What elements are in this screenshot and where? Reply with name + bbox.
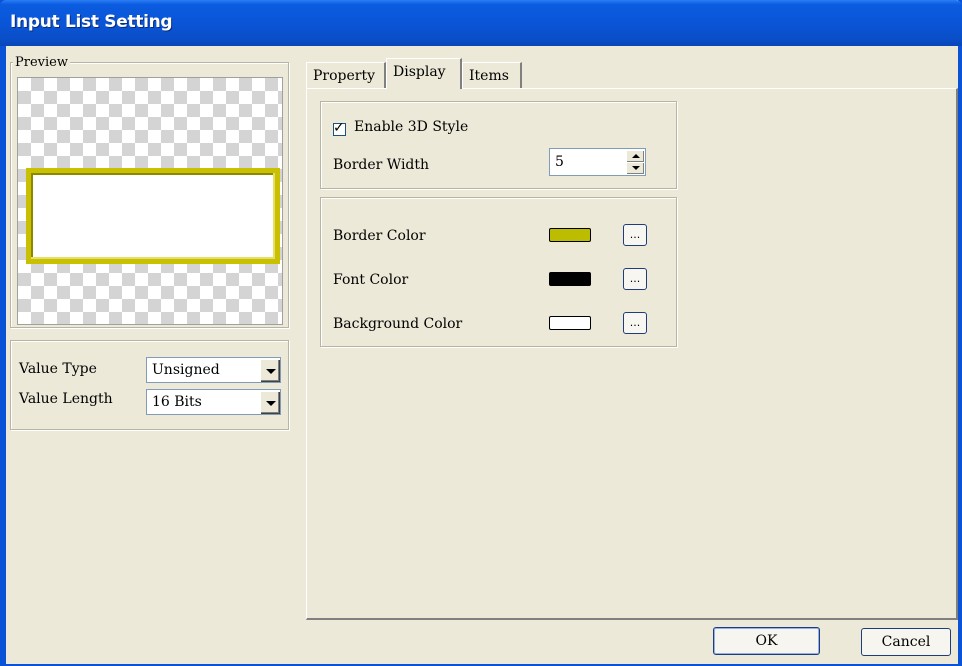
tab-display[interactable]: Display bbox=[386, 58, 462, 89]
title-bar[interactable]: Input List Setting bbox=[0, 0, 962, 46]
border-color-picker-button[interactable]: ... bbox=[623, 224, 647, 246]
enable-3d-label: Enable 3D Style bbox=[354, 119, 469, 135]
value-length-label: Value Length bbox=[19, 391, 113, 407]
border-width-spinner[interactable]: 5 bbox=[549, 148, 646, 176]
background-color-label: Background Color bbox=[333, 316, 463, 332]
border-color-swatch bbox=[549, 228, 591, 242]
border-width-value: 5 bbox=[555, 154, 564, 170]
chevron-down-icon[interactable] bbox=[260, 391, 279, 413]
border-color-label: Border Color bbox=[333, 228, 426, 244]
value-type-select[interactable]: Unsigned bbox=[146, 357, 281, 383]
spinner-down-icon[interactable] bbox=[626, 162, 644, 174]
preview-group: Preview bbox=[10, 55, 289, 328]
value-type-label: Value Type bbox=[19, 361, 97, 377]
value-type-selected: Unsigned bbox=[152, 362, 220, 378]
chevron-down-icon[interactable] bbox=[260, 359, 279, 381]
style-group: ✓ Enable 3D Style Border Width 5 bbox=[320, 101, 677, 189]
value-length-select[interactable]: 16 Bits bbox=[146, 389, 281, 415]
spinner-buttons bbox=[626, 150, 644, 174]
display-tab-panel: ✓ Enable 3D Style Border Width 5 Border … bbox=[306, 88, 958, 620]
background-color-picker-button[interactable]: ... bbox=[623, 312, 647, 334]
font-color-swatch bbox=[549, 272, 591, 286]
tab-property[interactable]: Property bbox=[306, 62, 386, 88]
background-color-swatch bbox=[549, 316, 591, 330]
window-title: Input List Setting bbox=[10, 12, 173, 32]
check-icon: ✓ bbox=[333, 120, 345, 136]
enable-3d-checkbox[interactable]: ✓ bbox=[333, 120, 346, 136]
tab-items[interactable]: Items bbox=[462, 62, 522, 88]
font-color-picker-button[interactable]: ... bbox=[623, 268, 647, 290]
dialog-window: Input List Setting Preview Value Type Un… bbox=[0, 0, 962, 666]
value-settings-group: Value Type Unsigned Value Length 16 Bits bbox=[10, 340, 289, 430]
value-length-selected: 16 Bits bbox=[152, 394, 202, 410]
preview-legend: Preview bbox=[13, 55, 70, 70]
preview-input-list bbox=[26, 168, 280, 264]
font-color-label: Font Color bbox=[333, 272, 409, 288]
colors-group: Border Color ... Font Color ... Backgrou… bbox=[320, 197, 677, 347]
preview-canvas bbox=[17, 77, 283, 325]
border-width-label: Border Width bbox=[333, 157, 430, 173]
spinner-up-icon[interactable] bbox=[626, 150, 644, 162]
cancel-button[interactable]: Cancel bbox=[861, 628, 951, 656]
dialog-content: Preview Value Type Unsigned Value Length… bbox=[6, 46, 958, 664]
ok-button[interactable]: OK bbox=[713, 627, 820, 655]
